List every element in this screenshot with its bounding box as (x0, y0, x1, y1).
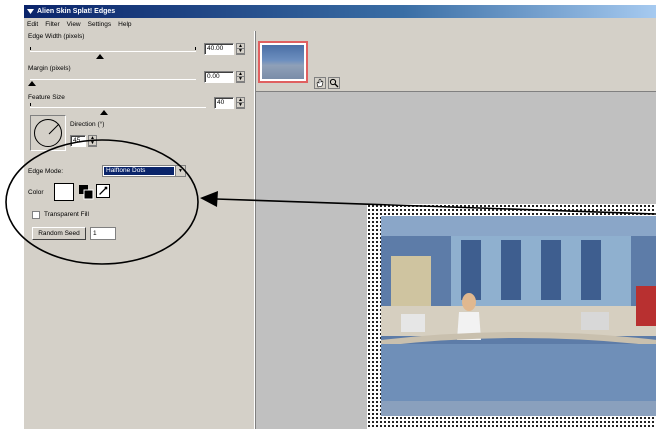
annotation-arrow-line (215, 198, 656, 215)
annotation-arrowhead (200, 191, 218, 207)
highlight-ellipse (5, 139, 199, 265)
annotation-overlay (5, 139, 656, 265)
